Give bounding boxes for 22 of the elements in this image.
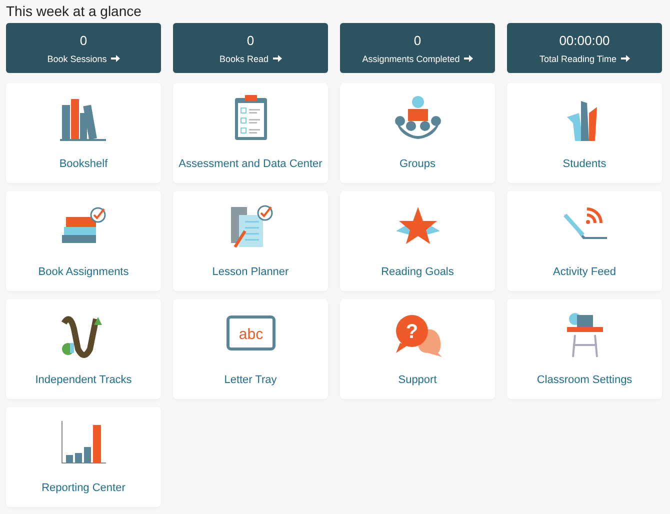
- nav-tile[interactable]: Independent Tracks: [6, 299, 161, 399]
- arrow-right-icon: [620, 55, 630, 62]
- nav-tile[interactable]: Students: [507, 83, 662, 183]
- nav-tile[interactable]: Book Assignments: [6, 191, 161, 291]
- arrow-right-icon: [272, 55, 282, 62]
- nav-tile[interactable]: Activity Feed: [507, 191, 662, 291]
- arrow-right-icon: [464, 55, 473, 62]
- nav-tile[interactable]: Classroom Settings: [507, 299, 662, 399]
- nav-tile[interactable]: Bookshelf: [6, 83, 161, 183]
- nav-tile[interactable]: Groups: [340, 83, 495, 183]
- arrow-right-icon: [110, 55, 120, 62]
- nav-tile[interactable]: abc Letter Tray: [173, 299, 328, 399]
- nav-tile[interactable]: Reading Goals: [340, 191, 495, 291]
- stat-card[interactable]: 0 Books Read: [173, 23, 328, 73]
- stat-card[interactable]: 00:00:00 Total Reading Time: [507, 23, 662, 73]
- nav-tile[interactable]: Lesson Planner: [173, 191, 328, 291]
- nav-tile[interactable]: Reporting Center: [6, 407, 161, 507]
- nav-tile[interactable]: Assessment and Data Center: [173, 83, 328, 183]
- section-heading: This week at a glance: [6, 3, 142, 19]
- stat-card[interactable]: 0 Book Sessions: [6, 23, 161, 73]
- nav-tile[interactable]: ? Support: [340, 299, 495, 399]
- stat-card[interactable]: 0 Assignments Completed: [340, 23, 495, 73]
